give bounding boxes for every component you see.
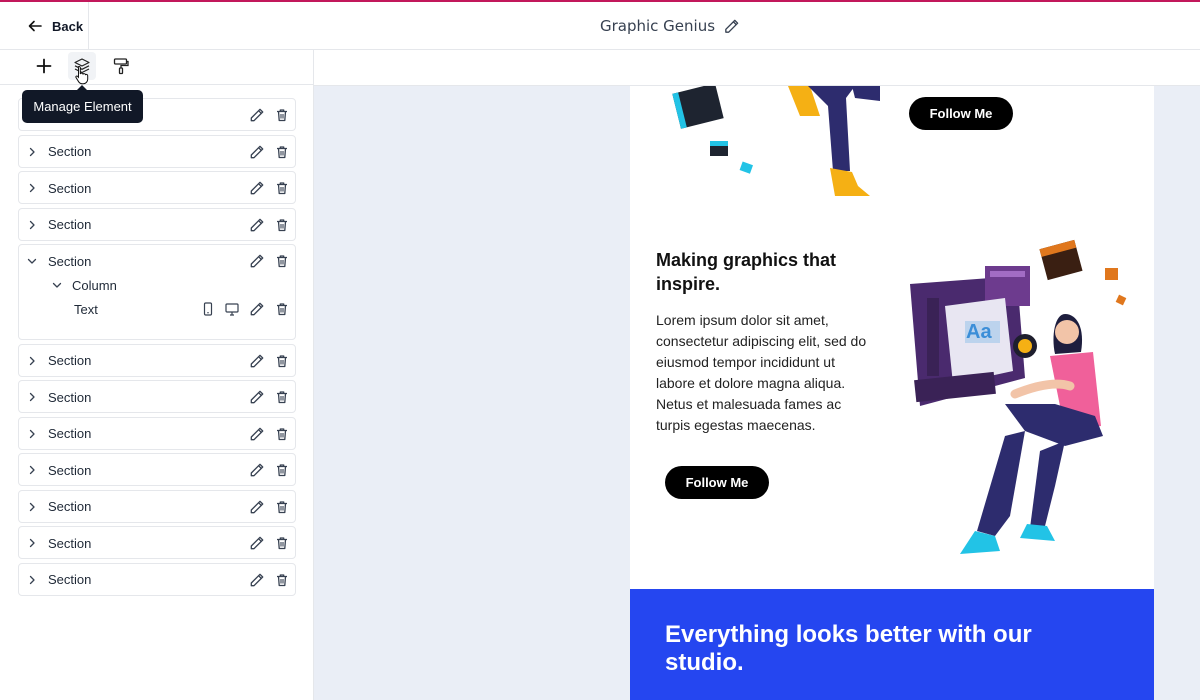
delete-trash-icon[interactable] bbox=[274, 462, 290, 478]
chevron-down-icon[interactable] bbox=[51, 279, 63, 291]
layer-item-column[interactable]: Column bbox=[19, 273, 295, 297]
top-bar: Back Graphic Genius bbox=[0, 2, 1200, 50]
chevron-right-icon[interactable] bbox=[26, 355, 38, 367]
arrow-left-icon bbox=[28, 20, 42, 32]
document-title: Graphic Genius bbox=[0, 2, 1200, 50]
delete-trash-icon[interactable] bbox=[274, 180, 290, 196]
layer-label: Text bbox=[74, 301, 98, 317]
edit-pencil-icon[interactable] bbox=[249, 535, 265, 551]
layer-label: Section bbox=[48, 180, 92, 196]
chevron-right-icon[interactable] bbox=[26, 219, 38, 231]
document-title-text: Graphic Genius bbox=[599, 17, 716, 35]
layer-item-section[interactable]: Section bbox=[18, 343, 296, 377]
layer-item-section[interactable]: Section bbox=[18, 562, 296, 596]
layer-label: Section bbox=[48, 389, 92, 405]
layer-label: Section bbox=[48, 572, 92, 587]
hand-pointer-icon bbox=[75, 65, 89, 85]
layer-label: Section bbox=[48, 253, 92, 269]
edit-pencil-icon[interactable] bbox=[249, 572, 265, 588]
layer-item-section[interactable]: Section bbox=[18, 453, 296, 486]
promo-banner: Everything looks better with our studio. bbox=[630, 589, 1154, 700]
delete-trash-icon[interactable] bbox=[274, 107, 290, 123]
layer-item-section[interactable]: Section bbox=[18, 526, 296, 559]
delete-trash-icon[interactable] bbox=[274, 253, 290, 269]
layer-item-section[interactable]: Section bbox=[18, 489, 296, 523]
illustration-text: Aa bbox=[966, 321, 992, 343]
section-heading: Making graphics that inspire. bbox=[656, 250, 837, 294]
chevron-right-icon[interactable] bbox=[26, 428, 38, 440]
layer-label: Section bbox=[48, 499, 92, 514]
delete-trash-icon[interactable] bbox=[274, 426, 290, 442]
edit-pencil-icon[interactable] bbox=[249, 353, 265, 369]
chevron-down-icon[interactable] bbox=[26, 255, 38, 267]
chevron-right-icon[interactable] bbox=[26, 574, 38, 586]
edit-pencil-icon[interactable] bbox=[249, 389, 265, 405]
back-button[interactable]: Back bbox=[0, 2, 89, 50]
chevron-right-icon[interactable] bbox=[26, 391, 38, 403]
edit-pencil-icon[interactable] bbox=[249, 107, 265, 123]
layer-item-section[interactable]: Section bbox=[18, 207, 296, 241]
delete-trash-icon[interactable] bbox=[274, 217, 290, 233]
email-preview: Follow Me Making graphics that inspire. … bbox=[630, 86, 1154, 700]
manage-element-tooltip: Manage Element bbox=[22, 85, 143, 123]
mobile-icon[interactable] bbox=[200, 301, 216, 317]
chevron-right-icon[interactable] bbox=[26, 146, 38, 158]
edit-pencil-icon[interactable] bbox=[249, 499, 265, 515]
edit-pencil-icon[interactable] bbox=[249, 144, 265, 160]
chevron-right-icon[interactable] bbox=[26, 501, 38, 513]
designer-illustration: Aa bbox=[910, 239, 1127, 554]
layer-label: Section bbox=[48, 353, 92, 368]
section-body-text: Lorem ipsum dolor sit amet, consectetur … bbox=[656, 312, 867, 433]
delete-trash-icon[interactable] bbox=[274, 499, 290, 515]
layer-label: Section bbox=[48, 462, 92, 478]
follow-me-button-top[interactable]: Follow Me bbox=[909, 97, 1013, 130]
follow-me-button-mid[interactable]: Follow Me bbox=[665, 466, 769, 499]
plus-icon bbox=[36, 58, 52, 74]
edit-pencil-icon[interactable] bbox=[249, 180, 265, 196]
layer-item-section[interactable]: Section Column Text bbox=[18, 244, 296, 340]
edit-pencil-icon[interactable] bbox=[249, 253, 265, 269]
edit-pencil-icon[interactable] bbox=[249, 217, 265, 233]
layer-label: Column bbox=[72, 277, 117, 293]
edit-pencil-icon[interactable] bbox=[249, 426, 265, 442]
sidebar: Section Section Section Section Section bbox=[0, 50, 314, 700]
layer-item-section[interactable]: Section bbox=[18, 171, 296, 204]
paint-roller-icon bbox=[113, 58, 129, 75]
chevron-right-icon[interactable] bbox=[26, 182, 38, 194]
delete-trash-icon[interactable] bbox=[274, 353, 290, 369]
banner-text: Everything looks better with our studio. bbox=[665, 621, 1032, 676]
canvas-top-strip bbox=[314, 50, 1200, 86]
delete-trash-icon[interactable] bbox=[274, 389, 290, 405]
top-illustration bbox=[672, 86, 880, 196]
sidebar-toolbar bbox=[0, 50, 314, 85]
layer-item-section[interactable]: Section bbox=[18, 380, 296, 413]
layer-item-section[interactable]: Section bbox=[18, 134, 296, 168]
delete-trash-icon[interactable] bbox=[274, 572, 290, 588]
chevron-right-icon[interactable] bbox=[26, 537, 38, 549]
layer-label: Section bbox=[48, 144, 92, 159]
layer-item-text[interactable]: Text bbox=[19, 297, 295, 321]
layer-item-section[interactable]: Section bbox=[18, 416, 296, 450]
edit-title-icon[interactable] bbox=[723, 18, 740, 35]
delete-trash-icon[interactable] bbox=[274, 144, 290, 160]
desktop-icon[interactable] bbox=[224, 301, 240, 317]
layer-label: Section bbox=[48, 217, 92, 232]
add-element-button[interactable] bbox=[30, 52, 58, 80]
layer-label: Section bbox=[48, 426, 92, 441]
delete-trash-icon[interactable] bbox=[274, 301, 290, 317]
chevron-right-icon[interactable] bbox=[26, 464, 38, 476]
edit-pencil-icon[interactable] bbox=[249, 462, 265, 478]
edit-pencil-icon[interactable] bbox=[249, 301, 265, 317]
style-button[interactable] bbox=[107, 52, 135, 80]
layer-label: Section bbox=[48, 535, 92, 551]
back-label: Back bbox=[52, 18, 84, 34]
layer-tree: Section Section Section Section Section bbox=[18, 98, 296, 599]
delete-trash-icon[interactable] bbox=[274, 535, 290, 551]
